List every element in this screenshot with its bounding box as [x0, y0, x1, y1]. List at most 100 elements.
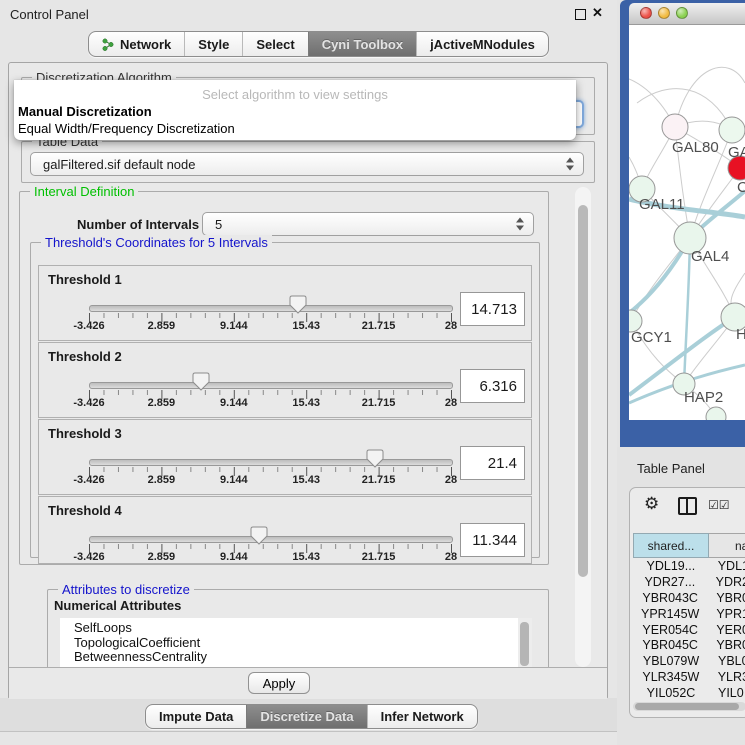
cell-shared-name: YDR27...	[633, 575, 707, 589]
slider-track[interactable]	[89, 536, 453, 543]
cell-shared-name: YBR043C	[633, 591, 707, 605]
table-row[interactable]: YBR043CYBR0	[633, 590, 745, 606]
slider-thumb[interactable]	[289, 295, 307, 314]
top-tab-bar: Network Style Select Cyni Toolbox jActiveMNo…	[88, 31, 549, 57]
attribute-list-item[interactable]: TopologicalCoefficient	[74, 636, 532, 651]
checkboxes-icon[interactable]: ☑☑	[708, 498, 730, 512]
table-row[interactable]: YPR145WYPR1	[633, 606, 745, 622]
cell-shared-name: YIL052C	[633, 686, 709, 700]
panel-footer: Apply	[9, 667, 607, 699]
tab-infer-network[interactable]: Infer Network	[367, 705, 477, 728]
interval-definition-group: Interval Definition Number of Intervals …	[19, 191, 549, 565]
table-row[interactable]: YBL079WYBL0	[633, 653, 745, 669]
table-panel-title: Table Panel	[637, 461, 705, 476]
slider-ticks	[89, 390, 453, 400]
control-panel-window: Control Panel ✕ NetworkStyleSelectCyni T…	[0, 0, 617, 745]
slider-thumb[interactable]	[250, 526, 268, 545]
tab-cyni-toolbox[interactable]: Cyni Toolbox	[308, 32, 416, 56]
table-row[interactable]: YBR045CYBR0	[633, 637, 745, 653]
slider-tick-label: -3.426	[73, 474, 104, 486]
slider-tick-label: 9.144	[220, 551, 248, 563]
float-window-icon[interactable]	[575, 9, 586, 20]
number-of-intervals-label: Number of Intervals	[77, 217, 199, 232]
cell-name: YLR3	[709, 670, 745, 684]
column-header-name[interactable]: na	[709, 533, 745, 558]
thresholds-coordinates-label: Threshold's Coordinates for 5 Intervals	[41, 235, 272, 250]
tab-label: Select	[256, 37, 294, 52]
slider-tick-label: 15.43	[292, 474, 320, 486]
tab-label: jActiveMNodules	[430, 37, 535, 52]
cell-name: YDR2	[707, 575, 745, 589]
table-header-row: shared... na	[633, 533, 745, 558]
cell-shared-name: YLR345W	[633, 670, 709, 684]
tab-label: Network	[120, 37, 171, 52]
slider-thumb[interactable]	[366, 449, 384, 468]
table-row[interactable]: YDR27...YDR2	[633, 574, 745, 590]
table-panel-region: Table Panel ⚙ ☑☑ shared... na YDL19...YD…	[617, 447, 745, 745]
tab-jactivemnodules[interactable]: jActiveMNodules	[416, 32, 548, 56]
threshold-value-field[interactable]: 14.713	[460, 292, 525, 326]
tab-label: Impute Data	[159, 709, 233, 724]
dropdown-placeholder-item[interactable]: Select algorithm to view settings	[14, 80, 576, 103]
attributes-list-scrollbar[interactable]	[518, 618, 532, 668]
tab-select[interactable]: Select	[242, 32, 307, 56]
close-traffic-light[interactable]	[640, 7, 652, 19]
network-node[interactable]	[662, 114, 688, 140]
slider-tick-label: 9.144	[220, 320, 248, 332]
attribute-list-item[interactable]: SelfLoops	[74, 621, 532, 636]
dropdown-item[interactable]: Equal Width/Frequency Discretization	[14, 120, 576, 137]
network-node[interactable]	[706, 407, 726, 420]
slider-track[interactable]	[89, 305, 453, 312]
slider-tick-label: -3.426	[73, 320, 104, 332]
apply-button[interactable]: Apply	[248, 672, 310, 694]
attribute-list-item[interactable]: BetweennessCentrality	[74, 650, 532, 665]
dropdown-item[interactable]: Manual Discretization	[14, 103, 576, 120]
split-columns-icon[interactable]	[678, 497, 697, 515]
tab-impute-data[interactable]: Impute Data	[146, 705, 246, 728]
tab-discretize-data[interactable]: Discretize Data	[246, 705, 366, 728]
tab-network[interactable]: Network	[89, 32, 184, 56]
gear-icon[interactable]: ⚙	[644, 494, 659, 514]
network-window-titlebar[interactable]	[629, 3, 745, 25]
zoom-traffic-light[interactable]	[676, 7, 688, 19]
table-row[interactable]: YDL19...YDL1	[633, 558, 745, 574]
slider-tick-label: 21.715	[362, 474, 396, 486]
table-data-combobox[interactable]: galFiltered.sif default node	[30, 152, 584, 176]
threshold-label: Threshold 1	[48, 272, 122, 287]
panel-scrollbar[interactable]	[575, 187, 591, 667]
network-canvas[interactable]: GAL80GACGAL11GAL4GCY1HHAP2	[629, 25, 745, 420]
table-body: YDL19...YDL1YDR27...YDR2YBR043CYBR0YPR14…	[633, 558, 745, 702]
threshold-row: Threshold 4-3.4262.8599.14415.4321.71528…	[38, 496, 532, 564]
number-of-intervals-combobox[interactable]: 5	[202, 212, 534, 236]
table-horizontal-scrollbar[interactable]	[633, 702, 745, 711]
slider-thumb[interactable]	[192, 372, 210, 391]
threshold-value-field[interactable]: 6.316	[460, 369, 525, 403]
table-horizontal-scrollbar-thumb[interactable]	[635, 703, 739, 710]
table-row[interactable]: YER054CYER0	[633, 622, 745, 638]
network-node-label: GA	[728, 144, 745, 161]
tab-style[interactable]: Style	[184, 32, 242, 56]
network-node[interactable]	[719, 117, 745, 143]
attributes-list-scrollbar-thumb[interactable]	[520, 622, 529, 666]
table-row[interactable]: YIL052CYIL0	[633, 685, 745, 701]
slider-tick-label: 15.43	[292, 397, 320, 409]
cell-name: YDL1	[709, 559, 745, 573]
threshold-row-list: Threshold 1-3.4262.8599.14415.4321.71528…	[38, 265, 532, 565]
bottom-tab-bar: Impute Data Discretize DataInfer Network	[145, 704, 478, 729]
slider-tick-label: 28	[445, 474, 457, 486]
threshold-label: Threshold 3	[48, 426, 122, 441]
slider-track[interactable]	[89, 459, 453, 466]
cell-name: YPR1	[707, 607, 745, 621]
close-icon[interactable]: ✕	[592, 5, 603, 21]
threshold-value-field[interactable]: 21.4	[460, 446, 525, 480]
cell-shared-name: YPR145W	[633, 607, 707, 621]
table-row[interactable]: YLR345WYLR3	[633, 669, 745, 685]
column-header-shared[interactable]: shared...	[633, 533, 709, 558]
numerical-attributes-list: SelfLoopsTopologicalCoefficientBetweenne…	[60, 618, 532, 671]
network-node-label: GAL11	[639, 196, 685, 213]
minimize-traffic-light[interactable]	[658, 7, 670, 19]
thick-edge	[684, 238, 690, 384]
slider-track[interactable]	[89, 382, 453, 389]
panel-scrollbar-thumb[interactable]	[578, 205, 588, 577]
threshold-value-field[interactable]: 11.344	[460, 523, 525, 557]
